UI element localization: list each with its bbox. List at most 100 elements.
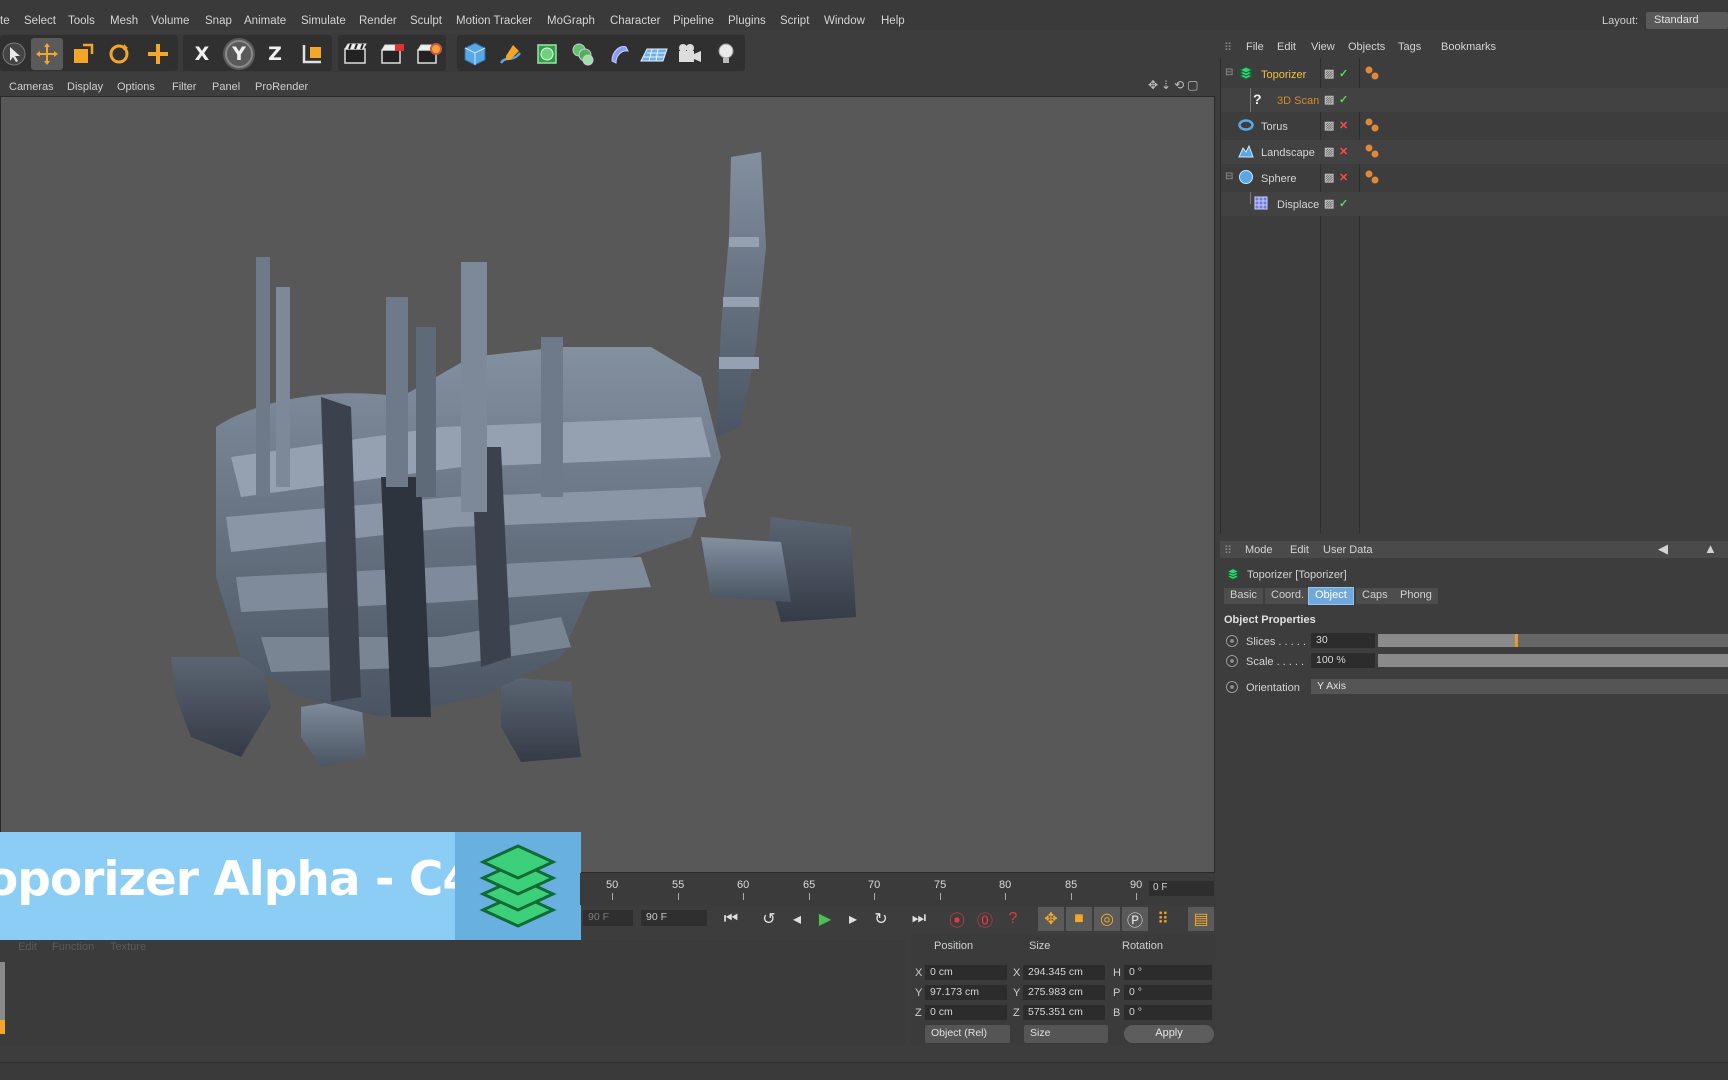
phong-tag-icon[interactable] <box>1364 65 1380 81</box>
orientation-animate-icon[interactable] <box>1226 681 1238 693</box>
keyframe-selection-icon[interactable]: ? <box>1000 907 1026 931</box>
render-picture-viewer-icon[interactable] <box>377 38 409 70</box>
apply-button[interactable]: Apply <box>1124 1025 1214 1043</box>
menu-animate[interactable]: Animate <box>244 15 286 27</box>
menu-script[interactable]: Script <box>780 15 809 27</box>
viewport-menu-cameras[interactable]: Cameras <box>9 81 54 93</box>
size-x-field[interactable]: 294.345 cm <box>1023 965 1105 980</box>
menu-character[interactable]: Character <box>610 15 661 27</box>
visibility-cross-icon[interactable]: ✕ <box>1339 119 1348 132</box>
position-x-field[interactable]: 0 cm <box>925 965 1007 980</box>
phong-tag-icon[interactable] <box>1364 143 1380 159</box>
timeline-window-icon[interactable]: ▤ <box>1188 907 1214 931</box>
tab-caps[interactable]: Caps <box>1356 588 1394 604</box>
menu-create[interactable]: te <box>0 15 10 27</box>
next-key-icon[interactable]: ↻ <box>868 907 894 931</box>
rotation-b-field[interactable]: 0 ° <box>1124 1005 1212 1020</box>
scale-animate-icon[interactable] <box>1226 655 1238 667</box>
menu-plugins[interactable]: Plugins <box>728 15 766 27</box>
layout-dropdown[interactable]: Standard <box>1646 12 1728 29</box>
menu-snap[interactable]: Snap <box>205 15 232 27</box>
attr-menu-edit[interactable]: Edit <box>1290 544 1309 556</box>
key-rotation-icon[interactable]: ◎ <box>1094 907 1120 931</box>
tab-object[interactable]: Object <box>1308 587 1354 605</box>
om-menu-objects[interactable]: Objects <box>1348 41 1385 53</box>
object-name[interactable]: Displace <box>1277 199 1319 211</box>
preview-end-field[interactable]: 90 F <box>583 910 633 926</box>
viewport-menu-filter[interactable]: Filter <box>172 81 196 93</box>
menu-help[interactable]: Help <box>881 15 905 27</box>
cube-object-icon[interactable] <box>459 38 491 70</box>
viewport-menu-display[interactable]: Display <box>67 81 103 93</box>
visibility-check-icon[interactable]: ✓ <box>1339 93 1348 106</box>
menu-select[interactable]: Select <box>24 15 56 27</box>
slices-slider-knob[interactable] <box>1515 634 1518 647</box>
size-z-field[interactable]: 575.351 cm <box>1023 1005 1105 1020</box>
slices-slider[interactable] <box>1378 634 1728 647</box>
record-active-icon[interactable]: ⦿ <box>944 907 970 931</box>
visibility-cross-icon[interactable]: ✕ <box>1339 145 1348 158</box>
rotation-h-field[interactable]: 0 ° <box>1124 965 1212 980</box>
orientation-dropdown[interactable]: Y Axis <box>1311 679 1728 694</box>
back-arrow-icon[interactable]: ◀ <box>1658 541 1668 557</box>
object-name[interactable]: Torus <box>1261 121 1288 133</box>
menu-motion-tracker[interactable]: Motion Tracker <box>456 15 532 27</box>
menu-mesh[interactable]: Mesh <box>110 15 138 27</box>
go-to-start-icon[interactable]: ⏮ <box>718 907 744 931</box>
menu-volume[interactable]: Volume <box>151 15 189 27</box>
previous-key-icon[interactable]: ↺ <box>756 907 782 931</box>
rotation-p-field[interactable]: 0 ° <box>1124 985 1212 1000</box>
tab-phong[interactable]: Phong <box>1394 588 1438 604</box>
object-name[interactable]: 3D Scan <box>1277 95 1319 107</box>
collapse-icon[interactable]: ⊟ <box>1225 171 1233 182</box>
camera-object-icon[interactable] <box>674 38 706 70</box>
object-row-sphere[interactable]: ⊟ Sphere ▨ ✕ <box>1221 166 1728 190</box>
attr-menu-user-data[interactable]: User Data <box>1323 544 1373 556</box>
object-name[interactable]: Sphere <box>1261 173 1296 185</box>
size-y-field[interactable]: 275.983 cm <box>1023 985 1105 1000</box>
menu-tools[interactable]: Tools <box>68 15 95 27</box>
viewport-nav-icons[interactable]: ✥⇣⟲▢ <box>1148 78 1202 92</box>
up-arrow-icon[interactable]: ▲ <box>1704 541 1717 556</box>
om-menu-bookmarks[interactable]: Bookmarks <box>1441 41 1496 53</box>
object-row-toporizer[interactable]: ⊟ Toporizer ▨ ✓ <box>1221 62 1728 86</box>
3d-viewport[interactable] <box>0 96 1215 873</box>
layer-icon[interactable]: ▨ <box>1324 93 1334 106</box>
collapse-icon[interactable]: ⊟ <box>1225 67 1233 78</box>
material-menu-texture[interactable]: Texture <box>110 941 146 953</box>
scale-tool-icon[interactable] <box>67 38 99 70</box>
tab-basic[interactable]: Basic <box>1224 588 1263 604</box>
slices-animate-icon[interactable] <box>1226 635 1238 647</box>
om-menu-tags[interactable]: Tags <box>1398 41 1421 53</box>
key-scale-icon[interactable]: ■ <box>1066 907 1092 931</box>
layer-icon[interactable]: ▨ <box>1324 171 1334 184</box>
pen-spline-icon[interactable] <box>495 38 527 70</box>
object-name[interactable]: Toporizer <box>1261 69 1306 81</box>
om-menu-view[interactable]: View <box>1311 41 1335 53</box>
object-row-torus[interactable]: Torus ▨ ✕ <box>1221 114 1728 138</box>
next-frame-icon[interactable]: ▸ <box>840 907 866 931</box>
visibility-check-icon[interactable]: ✓ <box>1339 197 1348 210</box>
selection-tool-icon[interactable] <box>0 38 30 70</box>
cloner-icon[interactable] <box>567 38 599 70</box>
floor-object-icon[interactable] <box>638 38 670 70</box>
play-icon[interactable]: ▶ <box>812 907 838 931</box>
menu-window[interactable]: Window <box>824 15 865 27</box>
tab-coord[interactable]: Coord. <box>1265 588 1311 604</box>
render-settings-icon[interactable] <box>413 38 445 70</box>
rotate-tool-icon[interactable] <box>103 38 135 70</box>
scale-slider[interactable] <box>1378 654 1728 667</box>
layer-icon[interactable]: ▨ <box>1324 67 1334 80</box>
subdivision-surface-icon[interactable] <box>531 38 563 70</box>
menu-render[interactable]: Render <box>359 15 397 27</box>
layer-icon[interactable]: ▨ <box>1324 197 1334 210</box>
move-tool-icon[interactable] <box>31 38 63 70</box>
go-to-end-icon[interactable]: ⏭ <box>906 907 932 931</box>
end-frame-field[interactable]: 90 F <box>641 910 707 926</box>
layer-icon[interactable]: ▨ <box>1324 119 1334 132</box>
key-pla-icon[interactable]: ⠿ <box>1150 907 1176 931</box>
object-name[interactable]: Landscape <box>1261 147 1315 159</box>
previous-frame-icon[interactable]: ◂ <box>784 907 810 931</box>
object-row-landscape[interactable]: Landscape ▨ ✕ <box>1221 140 1728 164</box>
attr-menu-mode[interactable]: Mode <box>1245 544 1273 556</box>
